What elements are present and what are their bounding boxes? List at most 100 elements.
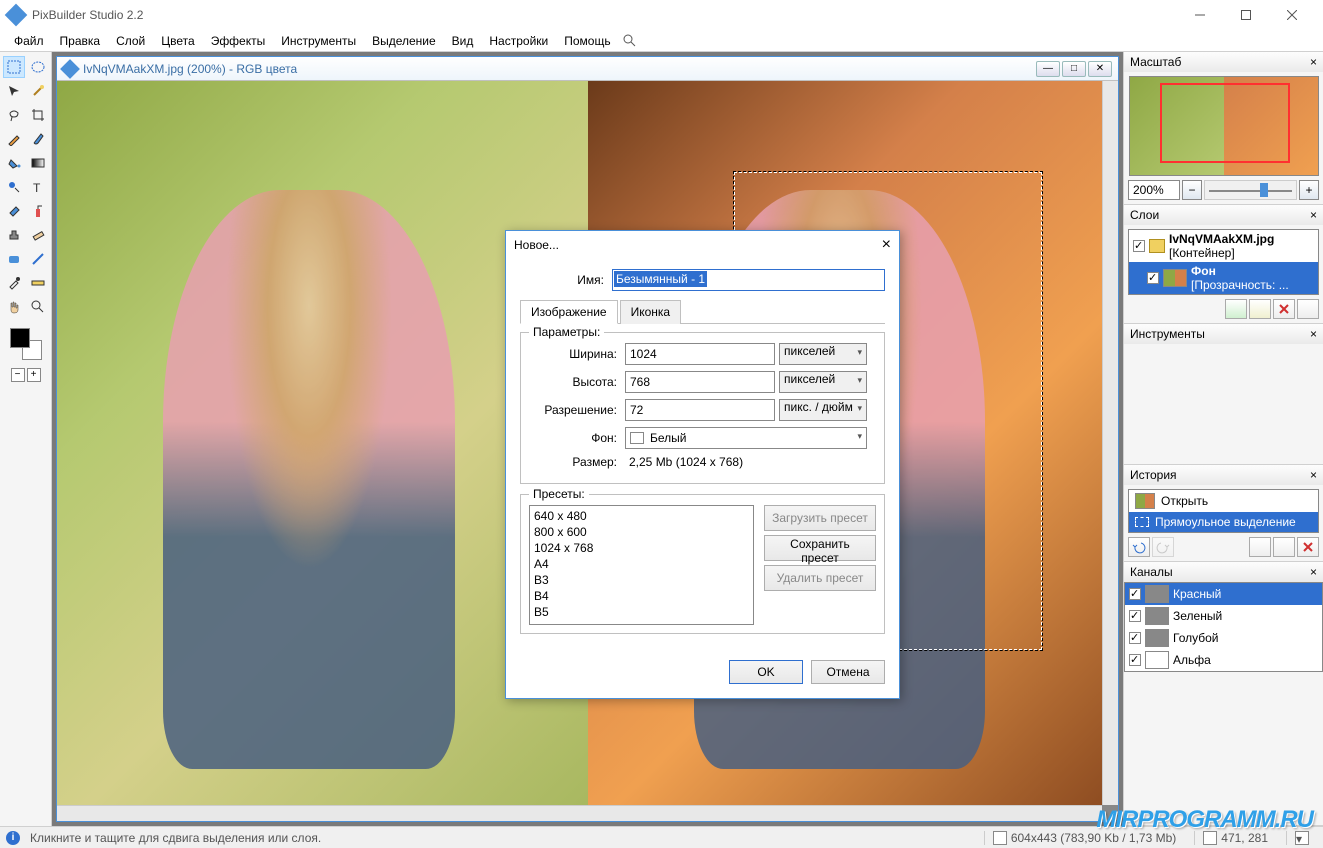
- stamp-tool[interactable]: [3, 224, 25, 246]
- history-dup-button[interactable]: [1273, 537, 1295, 557]
- document-titlebar[interactable]: IvNqVMAakXM.jpg (200%) - RGB цвета — □ ✕: [57, 57, 1118, 81]
- preset-item[interactable]: 640 x 480: [534, 508, 749, 524]
- channel-row[interactable]: Красный: [1125, 583, 1322, 605]
- channel-row[interactable]: Альфа: [1125, 649, 1322, 671]
- cancel-button[interactable]: Отмена: [811, 660, 885, 684]
- zoom-out-button[interactable]: −: [11, 368, 25, 382]
- preset-item[interactable]: B3: [534, 572, 749, 588]
- delete-layer-button[interactable]: [1273, 299, 1295, 319]
- text-tool[interactable]: T: [27, 176, 49, 198]
- menu-layer[interactable]: Слой: [108, 32, 153, 50]
- layers-list[interactable]: IvNqVMAakXM.jpg [Контейнер] Фон [Прозрач…: [1128, 229, 1319, 295]
- menu-tools[interactable]: Инструменты: [273, 32, 364, 50]
- foreground-color[interactable]: [10, 328, 30, 348]
- lasso-tool[interactable]: [3, 104, 25, 126]
- horizontal-scrollbar[interactable]: [57, 805, 1102, 821]
- load-preset-button[interactable]: Загрузить пресет: [764, 505, 876, 531]
- dialog-close-button[interactable]: ×: [882, 236, 891, 254]
- preset-item[interactable]: B5: [534, 604, 749, 620]
- document-maximize-button[interactable]: □: [1062, 61, 1086, 77]
- menu-selection[interactable]: Выделение: [364, 32, 444, 50]
- window-minimize-button[interactable]: [1177, 0, 1223, 30]
- history-item[interactable]: Прямоульное выделение: [1129, 512, 1318, 532]
- fill-tool[interactable]: [3, 152, 25, 174]
- navigator-thumbnail[interactable]: [1129, 76, 1319, 176]
- window-close-button[interactable]: [1269, 0, 1315, 30]
- height-unit-select[interactable]: пикселей: [779, 371, 867, 393]
- replace-color-tool[interactable]: [3, 176, 25, 198]
- history-new-button[interactable]: [1249, 537, 1271, 557]
- history-list[interactable]: Открыть Прямоульное выделение: [1128, 489, 1319, 533]
- layer-visibility-checkbox[interactable]: [1133, 240, 1145, 252]
- preset-item[interactable]: 800 x 600: [534, 524, 749, 540]
- channel-visibility-checkbox[interactable]: [1129, 610, 1141, 622]
- menu-file[interactable]: Файл: [6, 32, 52, 50]
- preset-item[interactable]: A4: [534, 556, 749, 572]
- navigator-view-rect[interactable]: [1160, 83, 1290, 163]
- menu-edit[interactable]: Правка: [52, 32, 109, 50]
- vertical-scrollbar[interactable]: [1102, 81, 1118, 805]
- move-tool[interactable]: [3, 80, 25, 102]
- history-close-icon[interactable]: ×: [1310, 468, 1317, 482]
- layer-visibility-checkbox[interactable]: [1147, 272, 1159, 284]
- ok-button[interactable]: OK: [729, 660, 803, 684]
- channel-visibility-checkbox[interactable]: [1129, 654, 1141, 666]
- document-minimize-button[interactable]: —: [1036, 61, 1060, 77]
- history-item[interactable]: Открыть: [1129, 490, 1318, 512]
- layer-row[interactable]: IvNqVMAakXM.jpg [Контейнер]: [1129, 230, 1318, 262]
- menu-effects[interactable]: Эффекты: [203, 32, 274, 50]
- menu-help[interactable]: Помощь: [556, 32, 618, 50]
- layer-properties-button[interactable]: [1297, 299, 1319, 319]
- spray-tool[interactable]: [27, 200, 49, 222]
- rect-select-tool[interactable]: [3, 56, 25, 78]
- history-delete-button[interactable]: [1297, 537, 1319, 557]
- gradient-tool[interactable]: [27, 152, 49, 174]
- navigator-close-icon[interactable]: ×: [1310, 55, 1317, 69]
- channel-row[interactable]: Голубой: [1125, 627, 1322, 649]
- crop-tool[interactable]: [27, 104, 49, 126]
- new-folder-button[interactable]: [1249, 299, 1271, 319]
- resolution-unit-select[interactable]: пикс. / дюйм: [779, 399, 867, 421]
- resolution-input[interactable]: [625, 399, 775, 421]
- color-swatch[interactable]: [10, 328, 42, 360]
- dialog-titlebar[interactable]: Новое... ×: [506, 231, 899, 259]
- channel-visibility-checkbox[interactable]: [1129, 632, 1141, 644]
- eyedropper-tool[interactable]: [3, 272, 25, 294]
- window-maximize-button[interactable]: [1223, 0, 1269, 30]
- magic-wand-tool[interactable]: [27, 80, 49, 102]
- delete-preset-button[interactable]: Удалить пресет: [764, 565, 876, 591]
- pencil-tool[interactable]: [3, 128, 25, 150]
- save-preset-button[interactable]: Сохранить пресет: [764, 535, 876, 561]
- heal-tool[interactable]: [27, 224, 49, 246]
- instruments-close-icon[interactable]: ×: [1310, 327, 1317, 341]
- menu-colors[interactable]: Цвета: [153, 32, 202, 50]
- line-tool[interactable]: [27, 248, 49, 270]
- status-toggle-icon[interactable]: ▾: [1295, 831, 1309, 845]
- tab-icon[interactable]: Иконка: [620, 300, 682, 324]
- redo-button[interactable]: [1152, 537, 1174, 557]
- name-input[interactable]: Безымянный - 1: [612, 269, 885, 291]
- zoom-tool[interactable]: [27, 296, 49, 318]
- document-close-button[interactable]: ✕: [1088, 61, 1112, 77]
- ellipse-select-tool[interactable]: [27, 56, 49, 78]
- height-input[interactable]: [625, 371, 775, 393]
- brush-tool[interactable]: [27, 128, 49, 150]
- measure-tool[interactable]: [27, 272, 49, 294]
- channels-list[interactable]: Красный Зеленый Голубой: [1124, 582, 1323, 672]
- menu-settings[interactable]: Настройки: [481, 32, 556, 50]
- preset-item[interactable]: 1024 x 768: [534, 540, 749, 556]
- layer-row[interactable]: Фон [Прозрачность: ...: [1129, 262, 1318, 294]
- zoom-minus-button[interactable]: −: [1182, 180, 1202, 200]
- zoom-in-button[interactable]: +: [27, 368, 41, 382]
- zoom-plus-button[interactable]: +: [1299, 180, 1319, 200]
- layers-close-icon[interactable]: ×: [1310, 208, 1317, 222]
- background-select[interactable]: Белый: [625, 427, 867, 449]
- presets-list[interactable]: 640 x 480 800 x 600 1024 x 768 A4 B3 B4 …: [529, 505, 754, 625]
- new-layer-button[interactable]: [1225, 299, 1247, 319]
- undo-button[interactable]: [1128, 537, 1150, 557]
- channel-visibility-checkbox[interactable]: [1129, 588, 1141, 600]
- zoom-slider[interactable]: [1204, 180, 1297, 200]
- tab-image[interactable]: Изображение: [520, 300, 618, 324]
- shape-tool[interactable]: [3, 248, 25, 270]
- preset-item[interactable]: B4: [534, 588, 749, 604]
